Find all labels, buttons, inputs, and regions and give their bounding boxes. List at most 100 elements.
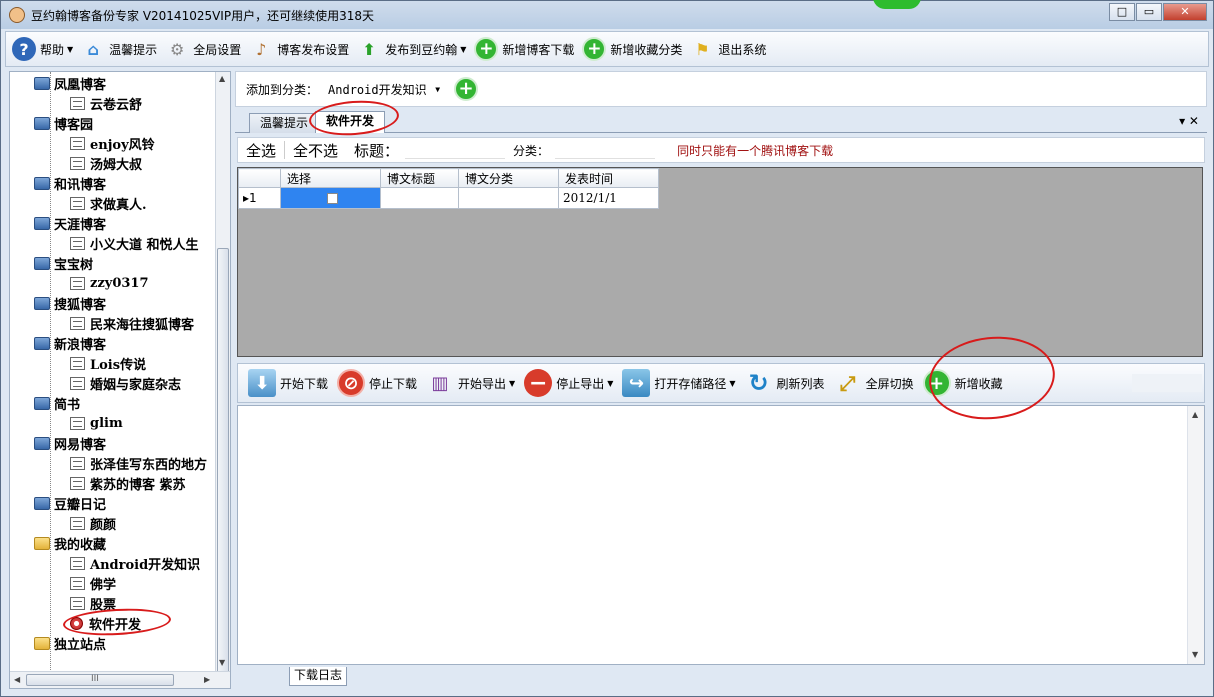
tree-item-label: 搜狐博客 bbox=[54, 297, 107, 313]
row-header-corner bbox=[238, 168, 281, 188]
tree-horizontal-scrollbar[interactable]: ◀ III ▶ bbox=[10, 671, 230, 688]
global-settings-button[interactable]: ⚙ 全局设置 bbox=[165, 37, 241, 61]
publish-button[interactable]: ⬆ 发布到豆约翰 ▼ bbox=[357, 37, 467, 61]
tree-item-category[interactable]: 和讯博客 bbox=[34, 173, 106, 193]
download-log-area[interactable]: ▲ ▼ bbox=[237, 405, 1205, 665]
blog-entry-icon bbox=[70, 156, 85, 170]
column-header-select[interactable]: 选择 bbox=[280, 168, 381, 188]
title-filter-input[interactable] bbox=[405, 141, 506, 159]
scroll-right-icon[interactable]: ▶ bbox=[204, 675, 210, 684]
tab-tips[interactable]: 温馨提示 bbox=[249, 113, 320, 133]
stop-export-button[interactable]: − 停止导出 ▼ bbox=[524, 369, 613, 397]
add-blog-download-button[interactable]: + 新增博客下载 bbox=[474, 37, 574, 61]
add-favorite-button[interactable]: + 新增收藏 bbox=[922, 369, 1003, 397]
tab-download-log[interactable]: 下载日志 bbox=[289, 667, 348, 686]
tree-item-blog[interactable]: 紫苏的博客 紫苏 bbox=[70, 473, 186, 493]
row-checkbox[interactable] bbox=[327, 193, 338, 204]
tree-item-blog[interactable]: 婚姻与家庭杂志 bbox=[70, 373, 181, 393]
tree-item-blog[interactable]: glim bbox=[70, 413, 123, 433]
open-storage-path-button[interactable]: ↪ 打开存储路径 ▼ bbox=[622, 369, 736, 397]
help-icon: ? bbox=[12, 37, 36, 61]
tree-item-blog[interactable]: 求做真人. bbox=[70, 193, 147, 213]
title-cell[interactable] bbox=[380, 187, 459, 209]
tree-item-category[interactable]: 简书 bbox=[34, 393, 80, 413]
scrollbar-thumb[interactable] bbox=[217, 248, 229, 688]
refresh-list-label: 刷新列表 bbox=[776, 376, 825, 391]
scroll-down-icon[interactable]: ▼ bbox=[1192, 650, 1198, 659]
tree-item-label: 民来海往搜狐博客 bbox=[90, 317, 195, 333]
tree-item-label: 新浪博客 bbox=[54, 337, 107, 353]
category-filter-input[interactable] bbox=[555, 141, 656, 159]
tree-item-blog[interactable]: enjoy风铃 bbox=[70, 133, 155, 153]
tree-item-label: 网易博客 bbox=[54, 437, 107, 453]
column-header-title[interactable]: 博文标题 bbox=[380, 168, 459, 188]
category-label: 分类： bbox=[513, 143, 550, 158]
add-category-button[interactable]: + bbox=[454, 77, 479, 101]
folder-icon bbox=[34, 636, 50, 650]
blog-tree-panel: 凤凰博客 云卷云舒 博客园 enjoy风铃 汤姆大叔 和讯博客 求做真人. 天涯博客小义大道 … bbox=[9, 71, 231, 689]
category-select[interactable]: Android开发知识 ▼ bbox=[324, 79, 445, 99]
tree-item-blog[interactable]: 颜颜 bbox=[70, 513, 116, 533]
log-vertical-scrollbar[interactable]: ▲ ▼ bbox=[1187, 406, 1204, 664]
scroll-down-icon[interactable]: ▼ bbox=[219, 658, 225, 667]
plus-icon: + bbox=[922, 369, 951, 397]
tree-item-category[interactable]: 博客园 bbox=[34, 113, 93, 133]
tree-item-category[interactable]: 搜狐博客 bbox=[34, 293, 106, 313]
column-header-category[interactable]: 博文分类 bbox=[458, 168, 559, 188]
start-download-button[interactable]: ⬇ 开始下载 bbox=[248, 369, 328, 397]
add-favorite-category-button[interactable]: + 新增收藏分类 bbox=[582, 37, 682, 61]
maximize-button[interactable]: ▭ bbox=[1136, 3, 1162, 21]
tree-item-blog[interactable]: 张泽佳写东西的地方 bbox=[70, 453, 207, 473]
tree-item-blog[interactable]: Android开发知识 bbox=[70, 553, 200, 573]
minimize-button[interactable]: □ bbox=[1109, 3, 1135, 21]
tree-item-category[interactable]: 豆瓣日记 bbox=[34, 493, 106, 513]
chevron-down-icon: ▼ bbox=[67, 44, 74, 54]
column-header-date[interactable]: 发表时间 bbox=[558, 168, 659, 188]
blog-publish-settings-button[interactable]: ♪ 博客发布设置 bbox=[249, 37, 349, 61]
tab-tools[interactable]: ▾ ✕ bbox=[1179, 114, 1199, 128]
minus-icon: − bbox=[524, 369, 553, 397]
tree-vertical-scrollbar[interactable]: ▲ ▼ bbox=[215, 72, 230, 688]
scroll-up-icon[interactable]: ▲ bbox=[219, 74, 225, 83]
tree-item-label: 我的收藏 bbox=[54, 537, 107, 553]
tab-software-dev[interactable]: 软件开发 bbox=[315, 111, 386, 133]
date-cell[interactable]: 2012/1/1 bbox=[558, 187, 659, 209]
scroll-left-icon[interactable]: ◀ bbox=[14, 675, 20, 684]
tree-item-category[interactable]: 我的收藏 bbox=[34, 533, 106, 553]
select-all-button[interactable]: 全选 bbox=[238, 140, 284, 161]
tree-item-category[interactable]: 宝宝树 bbox=[34, 253, 93, 273]
tree-item-category[interactable]: 天涯博客 bbox=[34, 213, 106, 233]
tree-item-blog[interactable]: 民来海往搜狐博客 bbox=[70, 313, 194, 333]
refresh-list-button[interactable]: ↻ 刷新列表 bbox=[745, 369, 825, 397]
tree-guide-line bbox=[50, 72, 51, 672]
table-row[interactable]: ▸1 2012/1/1 bbox=[238, 187, 659, 209]
scrollbar-thumb[interactable]: III bbox=[26, 674, 174, 686]
select-cell[interactable] bbox=[280, 187, 381, 209]
tree-item-blog[interactable]: 云卷云舒 bbox=[70, 93, 142, 113]
select-none-button[interactable]: 全不选 bbox=[285, 140, 346, 161]
tree-item-blog[interactable]: Lois传说 bbox=[70, 353, 146, 373]
tree-item-label: 小义大道 和悦人生 bbox=[90, 237, 199, 253]
tree-item-blog[interactable]: 股票 bbox=[70, 593, 116, 613]
tree-item-category[interactable]: 凤凰博客 bbox=[34, 73, 106, 93]
blog-entry-icon bbox=[70, 556, 85, 570]
tree-item-blog[interactable]: 汤姆大叔 bbox=[70, 153, 142, 173]
add-to-category-label: 添加到分类： bbox=[246, 82, 319, 97]
fullscreen-toggle-button[interactable]: ⤢ 全屏切换 bbox=[834, 369, 914, 397]
help-button[interactable]: ? 帮助 ▼ bbox=[12, 37, 73, 61]
tree-item-label: 凤凰博客 bbox=[54, 77, 107, 93]
start-export-button[interactable]: ▥ 开始导出 ▼ bbox=[426, 369, 516, 397]
tips-button[interactable]: ⌂ 温馨提示 bbox=[81, 37, 157, 61]
close-button[interactable]: ✕ bbox=[1163, 3, 1207, 21]
tree-item-category[interactable]: 新浪博客 bbox=[34, 333, 106, 353]
tree-item-blog[interactable]: 小义大道 和悦人生 bbox=[70, 233, 199, 253]
category-cell[interactable] bbox=[458, 187, 559, 209]
tree-item-category[interactable]: 网易博客 bbox=[34, 433, 106, 453]
stop-download-button[interactable]: ⊘ 停止下载 bbox=[337, 369, 417, 397]
tree-item-category[interactable]: 独立站点 bbox=[34, 633, 106, 653]
scroll-up-icon[interactable]: ▲ bbox=[1192, 410, 1198, 419]
tree-item-blog[interactable]: zzy0317 bbox=[70, 273, 149, 293]
tree-item-blog[interactable]: 佛学 bbox=[70, 573, 116, 593]
exit-button[interactable]: ⚑ 退出系统 bbox=[690, 37, 766, 61]
tree-item-blog[interactable]: 软件开发 bbox=[70, 613, 141, 633]
